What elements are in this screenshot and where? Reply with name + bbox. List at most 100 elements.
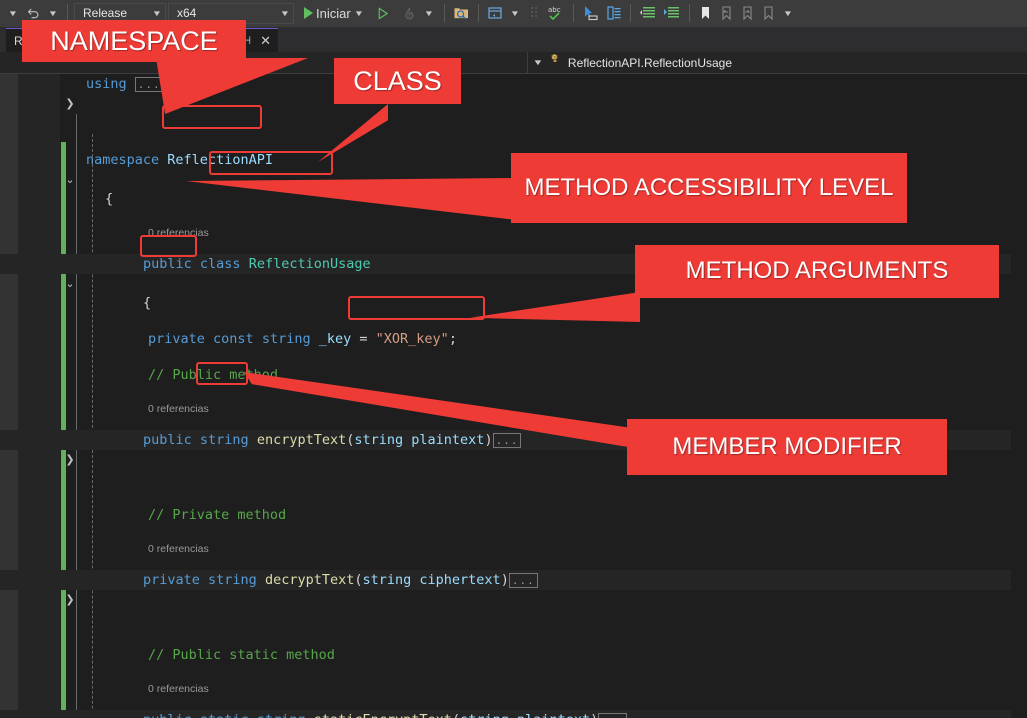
token-parameters: string ciphertext: [362, 572, 501, 588]
comment-text: // Public static method: [148, 647, 335, 663]
code-line-comment[interactable]: // Public static method: [0, 646, 1011, 664]
codelens-text[interactable]: 0 referencias: [148, 542, 209, 556]
codelens-text[interactable]: 0 referencias: [148, 226, 209, 240]
token-type: string: [261, 331, 311, 347]
fold-expanded-icon[interactable]: ⌄: [62, 170, 78, 190]
chevron-down-icon: ▼: [353, 8, 364, 18]
find-in-files-icon[interactable]: [451, 2, 472, 24]
toolbar-divider: [629, 4, 631, 22]
callout-label: MEMBER MODIFIER: [672, 432, 902, 460]
token-keyword: static: [200, 712, 249, 718]
pointer-select-icon[interactable]: [580, 2, 601, 24]
token-parameters: string plaintext: [354, 432, 485, 448]
callout-label: METHOD ACCESSIBILITY LEVEL: [524, 173, 894, 201]
run-label: Iniciar: [316, 5, 351, 21]
token-keyword: class: [199, 256, 241, 272]
fold-collapsed-icon[interactable]: ❯: [62, 590, 78, 610]
clipboard-paste-icon[interactable]: [603, 2, 624, 24]
toolbar-divider: [572, 4, 574, 22]
collapsed-region[interactable]: ...: [134, 77, 164, 92]
token-method-name: staticEncryptText: [314, 712, 452, 718]
toolbar-overflow-left[interactable]: ▼: [4, 2, 21, 24]
close-icon[interactable]: ✕: [257, 33, 274, 49]
token-keyword: private: [143, 572, 200, 588]
navbar-type-dropdown[interactable]: ▼ ReflectionAPI.ReflectionUsage: [527, 51, 1027, 74]
platform-value: x64: [177, 6, 197, 20]
token-brace: {: [143, 295, 152, 311]
build-configuration-value: Release: [83, 6, 128, 20]
chevron-down-icon[interactable]: ▼: [532, 58, 543, 67]
toolbar-grip-icon: [526, 2, 543, 24]
class-icon: [548, 53, 562, 72]
callout-label: NAMESPACE: [50, 25, 218, 56]
callout-class: CLASS: [334, 58, 461, 104]
codelens-row[interactable]: 0 referencias: [0, 682, 1011, 696]
token-keyword: public: [143, 256, 192, 272]
callout-accessibility: METHOD ACCESSIBILITY LEVEL: [511, 153, 907, 223]
code-line[interactable]: ❯ public static string staticEncryptText…: [0, 710, 1011, 718]
spell-check-icon[interactable]: abc: [545, 2, 567, 24]
fold-collapsed-icon[interactable]: ❯: [62, 450, 78, 470]
navbar-scope-text: ReflectionAPI.ReflectionUsage: [567, 55, 733, 70]
callout-arguments: METHOD ARGUMENTS: [635, 245, 999, 298]
chevron-down-icon: ▼: [151, 8, 163, 18]
token-field-name: _key: [318, 331, 352, 347]
indent-icon[interactable]: [661, 2, 683, 24]
window-layout-dropdown-icon[interactable]: ▼: [507, 2, 524, 24]
callout-modifier: MEMBER MODIFIER: [627, 419, 947, 475]
vertical-scrollbar[interactable]: [1011, 74, 1027, 718]
comment-text: // Private method: [148, 507, 287, 523]
token-method-name: encryptText: [256, 432, 347, 448]
code-line-comment[interactable]: // Public method: [0, 366, 1011, 384]
window-layout-icon[interactable]: [485, 2, 505, 24]
toolbar-overflow-icon[interactable]: ▼: [780, 2, 797, 24]
bookmark-prev-icon[interactable]: [717, 2, 736, 24]
bookmark-toggle-icon[interactable]: [696, 2, 715, 24]
codelens-row[interactable]: 0 referencias: [0, 226, 1011, 240]
token-type: string: [208, 572, 257, 588]
hot-reload-icon[interactable]: [400, 2, 419, 24]
token-keyword: const: [213, 331, 254, 347]
token-parameters: string plaintext: [460, 712, 590, 718]
outdent-icon[interactable]: [637, 2, 659, 24]
svg-text:abc: abc: [548, 6, 561, 14]
code-line-comment[interactable]: // Private method: [0, 506, 1011, 524]
toolbar-divider: [688, 4, 690, 22]
collapsed-region[interactable]: ...: [508, 573, 538, 588]
bookmark-next-icon[interactable]: [738, 2, 757, 24]
token-namespace-name: ReflectionAPI: [167, 152, 273, 168]
callout-label: METHOD ARGUMENTS: [685, 257, 949, 285]
code-line-blank[interactable]: [0, 114, 1011, 132]
token-type: string: [199, 432, 249, 448]
token-keyword: private: [148, 331, 205, 347]
codelens-row[interactable]: 0 referencias: [0, 542, 1011, 556]
token-keyword: using: [86, 76, 127, 92]
token-keyword: namespace: [86, 152, 160, 168]
token-brace: {: [105, 191, 114, 207]
chevron-down-icon: ▼: [279, 8, 291, 18]
token-keyword: public: [143, 712, 192, 718]
toolbar-divider: [477, 4, 479, 22]
codelens-text[interactable]: 0 referencias: [148, 682, 209, 696]
fold-expanded-icon[interactable]: ⌄: [62, 274, 78, 294]
token-class-name: ReflectionUsage: [248, 256, 371, 272]
play-icon: [304, 7, 313, 19]
toolbar-divider: [443, 4, 445, 22]
callout-label: CLASS: [353, 65, 442, 96]
token-keyword: public: [143, 432, 192, 448]
token-string-literal: "XOR_key": [375, 331, 449, 347]
start-without-debugging-button[interactable]: [373, 2, 392, 24]
code-line[interactable]: ❯ private string decryptText(string ciph…: [0, 570, 1011, 606]
codelens-text[interactable]: 0 referencias: [148, 402, 209, 416]
code-line[interactable]: ❯ using ...: [0, 74, 1011, 110]
start-debug-button[interactable]: Iniciar ▼: [302, 2, 365, 24]
fold-collapsed-icon[interactable]: ❯: [62, 94, 78, 114]
collapsed-region[interactable]: ...: [598, 713, 628, 718]
code-line[interactable]: private const string _key = "XOR_key";: [0, 330, 1011, 348]
code-line-blank[interactable]: [0, 610, 1011, 628]
hot-reload-dropdown-icon[interactable]: ▼: [421, 2, 438, 24]
bookmark-clear-icon[interactable]: [759, 2, 778, 24]
collapsed-region[interactable]: ...: [492, 433, 522, 448]
token-method-name: decryptText: [264, 572, 355, 588]
visual-studio-window: ▼ ▼ Release ▼ x64 ▼ Iniciar ▼ ▼ ▼ abc ▼ …: [0, 0, 1027, 718]
